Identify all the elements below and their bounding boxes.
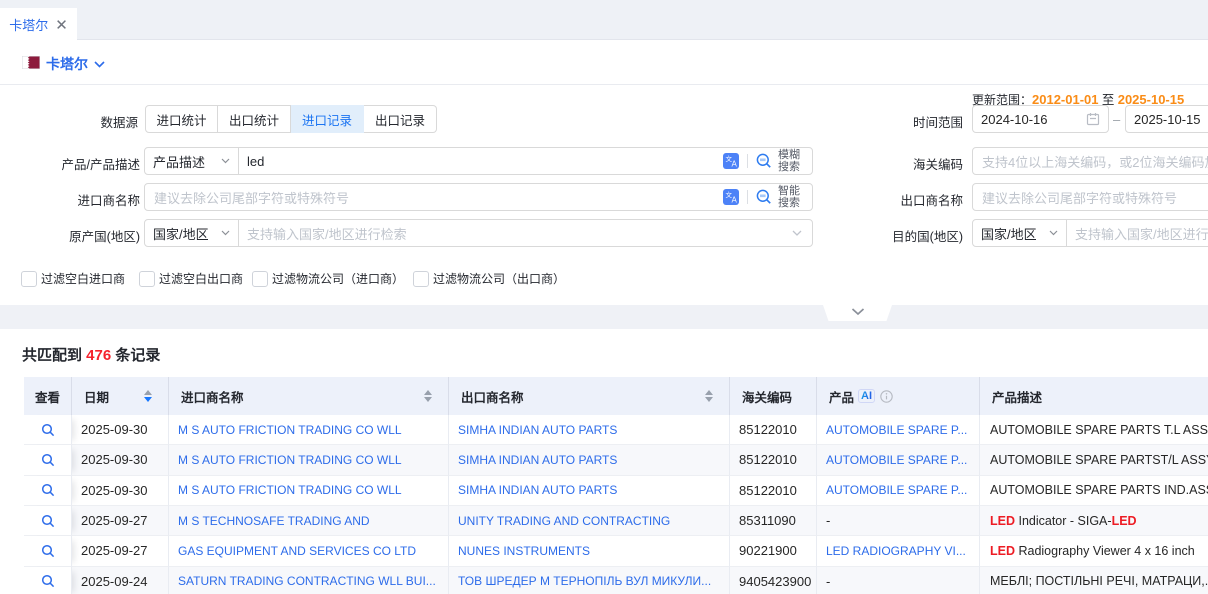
svg-text:A: A <box>732 160 738 169</box>
svg-text:A: A <box>732 196 738 205</box>
